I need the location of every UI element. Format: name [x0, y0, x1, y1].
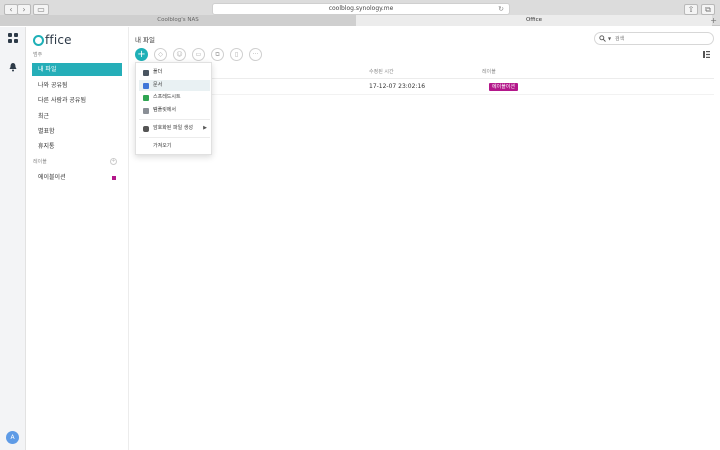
back-button[interactable]: ‹ — [4, 4, 18, 15]
sidebar-item-trash[interactable]: 휴지통 — [32, 140, 122, 153]
url-text: coolblog.synology.me — [328, 5, 394, 12]
more-icon[interactable]: ··· — [249, 48, 262, 61]
sidebar-label-item[interactable]: 에이블이션 — [32, 171, 122, 184]
document-icon — [143, 82, 149, 89]
menu-item-label: 스프레드시트 — [153, 94, 181, 100]
office-logo: ffice — [33, 33, 72, 47]
search-icon[interactable] — [599, 35, 606, 44]
menu-item-spreadsheet[interactable]: 스프레드시트 — [139, 92, 210, 103]
sidebar-item-my-files[interactable]: 내 파일 — [32, 63, 122, 76]
search-box[interactable]: ▼ — [594, 32, 714, 45]
template-icon — [143, 107, 149, 114]
label-badge: 에이블이션 — [489, 83, 519, 91]
add-label-icon[interactable]: + — [110, 158, 117, 165]
search-filter-caret-icon[interactable]: ▼ — [608, 36, 611, 41]
sidebar-item-recent[interactable]: 최근 — [32, 110, 122, 123]
sidebar-item-shared-with-others[interactable]: 다른 사람과 공유됨 — [32, 94, 122, 107]
forward-button[interactable]: › — [17, 4, 31, 15]
spreadsheet-icon — [143, 94, 149, 101]
category-heading: 범주 — [33, 52, 43, 58]
menu-item-folder[interactable]: 폴더 — [139, 67, 210, 78]
bell-icon[interactable] — [8, 62, 18, 72]
sidebar: ffice 범주 내 파일 나와 공유됨 다른 사람과 공유됨 최근 별표함 휴… — [26, 27, 129, 450]
app-rail: A — [0, 27, 26, 450]
tab-office[interactable]: Office — [356, 15, 712, 26]
menu-item-label: 폴더 — [153, 69, 163, 75]
chevron-right-icon: ▶ — [203, 125, 207, 131]
reload-icon[interactable]: ↻ — [498, 4, 504, 14]
menu-item-document[interactable]: 문서 — [139, 80, 210, 91]
address-bar[interactable]: coolblog.synology.me ↻ — [212, 3, 510, 15]
new-tab-icon[interactable]: + — [710, 15, 717, 26]
tab-bar: Coolblog's NAS Office + — [0, 15, 720, 26]
share-user-icon[interactable]: ☺ — [173, 48, 186, 61]
menu-item-from-template[interactable]: 템플릿에서 — [139, 105, 210, 116]
menu-item-label: 템플릿에서 — [153, 107, 177, 113]
menu-item-encrypted[interactable]: 암호화된 파일 생성 ▶ — [139, 123, 210, 134]
table-row[interactable]: 17-12-07 23:02:16 에이블이션 — [135, 79, 714, 95]
menu-item-import[interactable]: 가져오기 — [139, 141, 210, 152]
menu-item-label: 암호화된 파일 생성 — [153, 125, 193, 131]
menu-item-label: 문서 — [153, 82, 163, 88]
tabs-overview-icon[interactable]: ⧉ — [701, 4, 715, 15]
apps-grid-icon[interactable] — [8, 33, 18, 43]
list-view-icon[interactable] — [703, 51, 710, 60]
tag-icon[interactable]: ◇ — [154, 48, 167, 61]
page-title: 내 파일 — [135, 36, 156, 44]
create-button[interactable]: + — [135, 48, 148, 61]
modified-time: 17-12-07 23:02:16 — [369, 83, 426, 90]
create-menu: 폴더 문서 스프레드시트 템플릿에서 암호화된 파일 생성 ▶ 가져오기 — [135, 62, 212, 155]
copy-icon[interactable]: ⧉ — [211, 48, 224, 61]
labels-heading: 레이블 — [33, 159, 47, 165]
logo-mark — [33, 34, 44, 46]
sidebar-item-starred[interactable]: 별표함 — [32, 125, 122, 138]
lock-icon — [143, 125, 149, 132]
label-color-swatch — [112, 176, 116, 180]
column-label[interactable]: 레이블 — [482, 68, 496, 75]
menu-divider — [139, 119, 210, 120]
browser-chrome: ‹ › ▭ coolblog.synology.me ↻ ⇧ ⧉ Coolblo… — [0, 0, 720, 26]
delete-icon[interactable]: ▯ — [230, 48, 243, 61]
column-modified[interactable]: 수정된 시간 — [369, 68, 394, 75]
menu-item-label: 가져오기 — [153, 143, 172, 149]
logo-text: ffice — [45, 33, 72, 47]
share-icon[interactable]: ⇧ — [684, 4, 698, 15]
sidebar-toggle-button[interactable]: ▭ — [33, 4, 49, 15]
table-header: 수정된 시간 레이블 — [135, 67, 714, 79]
main-panel: 내 파일 ▼ + ◇ ☺ ▭ ⧉ ▯ ··· 수정된 시간 레이블 17-12-… — [129, 27, 720, 450]
search-input[interactable] — [615, 34, 710, 44]
tab-nas[interactable]: Coolblog's NAS — [0, 15, 356, 26]
sidebar-item-shared-with-me[interactable]: 나와 공유됨 — [32, 79, 122, 92]
move-folder-icon[interactable]: ▭ — [192, 48, 205, 61]
avatar[interactable]: A — [6, 431, 19, 444]
folder-icon — [143, 69, 149, 76]
menu-divider — [139, 137, 210, 138]
